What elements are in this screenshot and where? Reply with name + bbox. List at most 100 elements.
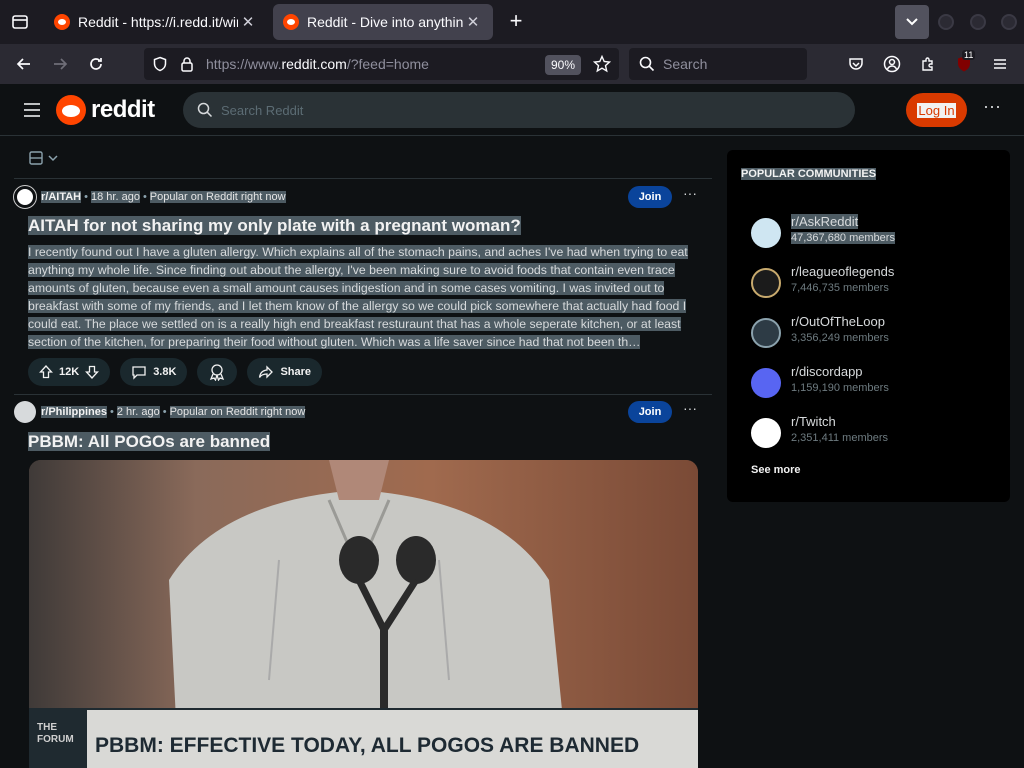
reddit-wordmark: reddit: [91, 96, 155, 123]
community-name: r/AskReddit: [791, 214, 859, 229]
community-members: 2,351,411 members: [791, 432, 889, 444]
lock-icon[interactable]: [180, 56, 194, 72]
post-title[interactable]: AITAH for not sharing my only plate with…: [28, 216, 521, 236]
join-button[interactable]: Join: [628, 401, 672, 423]
pocket-button[interactable]: [842, 50, 870, 78]
share-label: Share: [280, 366, 312, 378]
subreddit-link[interactable]: r/AITAH: [41, 191, 82, 203]
feed-divider: [14, 394, 712, 395]
subreddit-avatar[interactable]: [13, 185, 37, 209]
post-title-text: AITAH for not sharing my only plate with…: [28, 216, 521, 235]
url-prefix: https://www.: [206, 56, 282, 72]
browser-nav-bar: https://www.reddit.com/?feed=home 90% Se…: [0, 44, 1024, 84]
comment-icon: [132, 366, 146, 380]
post-body[interactable]: I recently found out I have a gluten all…: [28, 243, 696, 351]
menu-icon[interactable]: [22, 100, 42, 120]
close-tab-icon[interactable]: ✕: [238, 13, 258, 31]
close-tab-icon[interactable]: ✕: [463, 13, 483, 31]
tab-title: Reddit - Dive into anything: [307, 14, 463, 30]
community-members: 1,159,190 members: [791, 382, 889, 394]
reddit-search-placeholder: Search Reddit: [221, 102, 304, 118]
leagueoflegends-icon: [751, 268, 781, 298]
maximize-button[interactable]: [970, 14, 986, 30]
menu-button[interactable]: [986, 50, 1014, 78]
comments-button[interactable]: 3.8K: [120, 358, 188, 386]
askreddit-icon: [751, 218, 781, 248]
post-meta: r/Philippines • 2 hr. ago • Popular on R…: [14, 401, 306, 423]
twitch-icon: [751, 418, 781, 448]
search-icon: [639, 56, 655, 72]
chevron-down-icon: [906, 18, 918, 26]
community-item[interactable]: r/discordapp 1,159,190 members: [751, 364, 991, 404]
post-context: Popular on Reddit right now: [149, 191, 286, 203]
login-button[interactable]: Log In: [906, 93, 967, 127]
login-label: Log In: [917, 102, 956, 118]
zoom-level[interactable]: 90%: [544, 55, 581, 75]
subreddit-avatar[interactable]: [14, 401, 36, 423]
subreddit-link[interactable]: r/Philippines: [41, 406, 108, 418]
see-more-link[interactable]: See more: [751, 464, 801, 476]
pocket-icon: [849, 58, 863, 70]
back-button[interactable]: [10, 50, 38, 78]
list-all-tabs-button[interactable]: [895, 5, 929, 39]
chevron-down-icon: [48, 155, 58, 162]
post-time: 18 hr. ago: [91, 191, 140, 203]
view-layout-toggle[interactable]: [28, 150, 58, 166]
tab-reddit-home[interactable]: Reddit - Dive into anything ✕: [273, 4, 493, 40]
sidebar-title-text: POPULAR COMMUNITIES: [741, 168, 877, 180]
reload-icon: [90, 58, 102, 70]
join-button[interactable]: Join: [628, 186, 672, 208]
url-text: https://www.reddit.com/?feed=home: [206, 56, 429, 72]
account-icon: [883, 55, 901, 73]
shield-icon[interactable]: [152, 56, 168, 72]
outoftheloop-icon: [751, 318, 781, 348]
upvote-icon[interactable]: [39, 365, 53, 379]
tab-reddit-image[interactable]: Reddit - https://i.redd.it/wir ✕: [44, 4, 268, 40]
post-title[interactable]: PBBM: All POGOs are banned: [28, 432, 271, 452]
press-conference-image: [29, 460, 698, 768]
feed-divider: [14, 178, 712, 179]
star-icon[interactable]: [593, 55, 611, 73]
forward-button[interactable]: [46, 50, 74, 78]
browser-search-box[interactable]: Search: [629, 48, 807, 80]
post-image[interactable]: THE FORUM PBBM: EFFECTIVE TODAY, ALL POG…: [29, 460, 698, 768]
award-button[interactable]: [197, 358, 238, 386]
community-name: r/Twitch: [791, 414, 836, 429]
new-tab-button[interactable]: +: [502, 8, 530, 36]
community-item[interactable]: r/OutOfTheLoop 3,356,249 members: [751, 314, 991, 354]
share-button[interactable]: Share: [247, 358, 323, 386]
community-item[interactable]: r/AskReddit 47,367,680 members: [751, 214, 991, 254]
community-members: 47,367,680 members: [791, 232, 895, 244]
search-icon: [197, 102, 213, 118]
channel-logo: THE FORUM: [37, 722, 74, 745]
meta-separator: •: [142, 191, 147, 203]
url-suffix: /?feed=home: [346, 56, 429, 72]
reddit-logo[interactable]: reddit: [56, 95, 155, 125]
community-name: r/leagueoflegends: [791, 264, 895, 279]
tab-title: Reddit - https://i.redd.it/wir: [78, 14, 238, 30]
minimize-button[interactable]: [938, 14, 954, 30]
community-item[interactable]: r/leagueoflegends 7,446,735 members: [751, 264, 991, 304]
browser-tab-bar: Reddit - https://i.redd.it/wir ✕ Reddit …: [0, 0, 1024, 44]
firefox-view-icon[interactable]: [4, 6, 36, 38]
puzzle-icon: [922, 57, 933, 71]
popular-communities-panel: POPULAR COMMUNITIES r/AskReddit 47,367,6…: [727, 150, 1010, 502]
downvote-icon[interactable]: [85, 365, 100, 379]
extensions-button[interactable]: [914, 50, 942, 78]
account-button[interactable]: [878, 50, 906, 78]
meta-separator: •: [110, 406, 114, 418]
post-more-icon[interactable]: ···: [680, 401, 700, 422]
reload-button[interactable]: [82, 50, 110, 78]
meta-separator: •: [84, 191, 88, 203]
post-actions: 12K 3.8K Share: [28, 358, 323, 386]
arrow-left-icon: [16, 58, 30, 70]
url-bar[interactable]: https://www.reddit.com/?feed=home 90%: [144, 48, 619, 80]
post-more-icon[interactable]: ···: [680, 186, 700, 207]
reddit-search-input[interactable]: Search Reddit: [183, 92, 855, 128]
sidebar-title: POPULAR COMMUNITIES: [741, 168, 877, 180]
image-caption: PBBM: EFFECTIVE TODAY, ALL POGOS ARE BAN…: [95, 734, 640, 757]
more-options-icon[interactable]: ···: [981, 97, 1003, 120]
community-item[interactable]: r/Twitch 2,351,411 members: [751, 414, 991, 454]
close-window-button[interactable]: [1001, 14, 1017, 30]
post-time: 2 hr. ago: [116, 406, 160, 418]
